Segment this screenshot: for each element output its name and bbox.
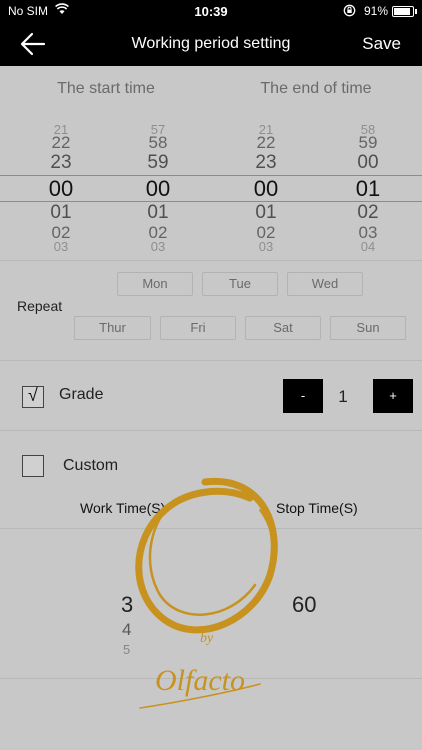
start-hour-selected-value: 00 xyxy=(48,176,74,201)
divider xyxy=(0,430,422,431)
end-hour-option: 01 xyxy=(255,202,277,223)
end-hour-option: 03 xyxy=(258,239,274,254)
rotation-lock-icon xyxy=(343,4,356,20)
grade-label: Grade xyxy=(59,386,104,403)
olfacto-logo: by Olfacto xyxy=(110,470,300,720)
day-sun-button[interactable]: Sun xyxy=(330,316,406,340)
end-minute-option: 02 xyxy=(357,202,379,223)
logo-brand-text: Olfacto xyxy=(155,664,245,697)
end-minute-selected-value: 01 xyxy=(355,176,381,201)
logo-by-text: by xyxy=(200,631,214,646)
checkmark-icon: √ xyxy=(28,385,38,405)
day-wed-button[interactable]: Wed xyxy=(287,272,363,296)
grade-value: 1 xyxy=(338,387,348,406)
start-hour-option: 03 xyxy=(53,239,69,254)
start-minute-option: 59 xyxy=(147,152,169,173)
day-tue-button[interactable]: Tue xyxy=(202,272,278,296)
start-hour-option: 22 xyxy=(51,133,71,152)
end-hour-selected-value: 00 xyxy=(253,176,279,201)
battery-percent: 91% xyxy=(364,4,389,18)
clock-time: 10:39 xyxy=(194,4,228,19)
day-fri-button[interactable]: Fri xyxy=(160,316,236,340)
repeat-label: Repeat xyxy=(17,298,63,314)
start-minute-option: 03 xyxy=(150,239,166,254)
day-sat-button[interactable]: Sat xyxy=(245,316,321,340)
start-minute-option: 01 xyxy=(147,202,169,223)
end-time-label: The end of time xyxy=(260,80,372,97)
end-hour-option: 22 xyxy=(256,133,276,152)
grade-checkbox[interactable]: √ xyxy=(22,385,44,408)
divider xyxy=(0,260,422,261)
start-minute-option: 58 xyxy=(148,133,168,152)
start-minute-selected-value: 00 xyxy=(145,176,171,201)
battery-icon xyxy=(392,6,417,17)
grade-decrement-button[interactable]: - xyxy=(283,379,323,413)
grade-increment-button[interactable]: + xyxy=(373,379,413,413)
end-minute-option: 04 xyxy=(360,239,376,254)
status-bar: No SIM 10:39 91% xyxy=(0,0,422,22)
nav-bar: Working period setting Save xyxy=(0,22,422,66)
end-minute-option: 00 xyxy=(357,152,379,173)
end-hour-option: 23 xyxy=(255,152,277,173)
start-hour-option: 23 xyxy=(50,152,72,173)
day-thur-button[interactable]: Thur xyxy=(74,316,151,340)
custom-checkbox[interactable] xyxy=(22,455,44,477)
save-button[interactable]: Save xyxy=(362,34,401,54)
day-mon-button[interactable]: Mon xyxy=(117,272,193,296)
start-time-label: The start time xyxy=(57,80,155,97)
divider xyxy=(0,360,422,361)
page-title: Working period setting xyxy=(131,35,291,52)
end-minute-option: 59 xyxy=(358,133,378,152)
start-hour-option: 01 xyxy=(50,202,72,223)
